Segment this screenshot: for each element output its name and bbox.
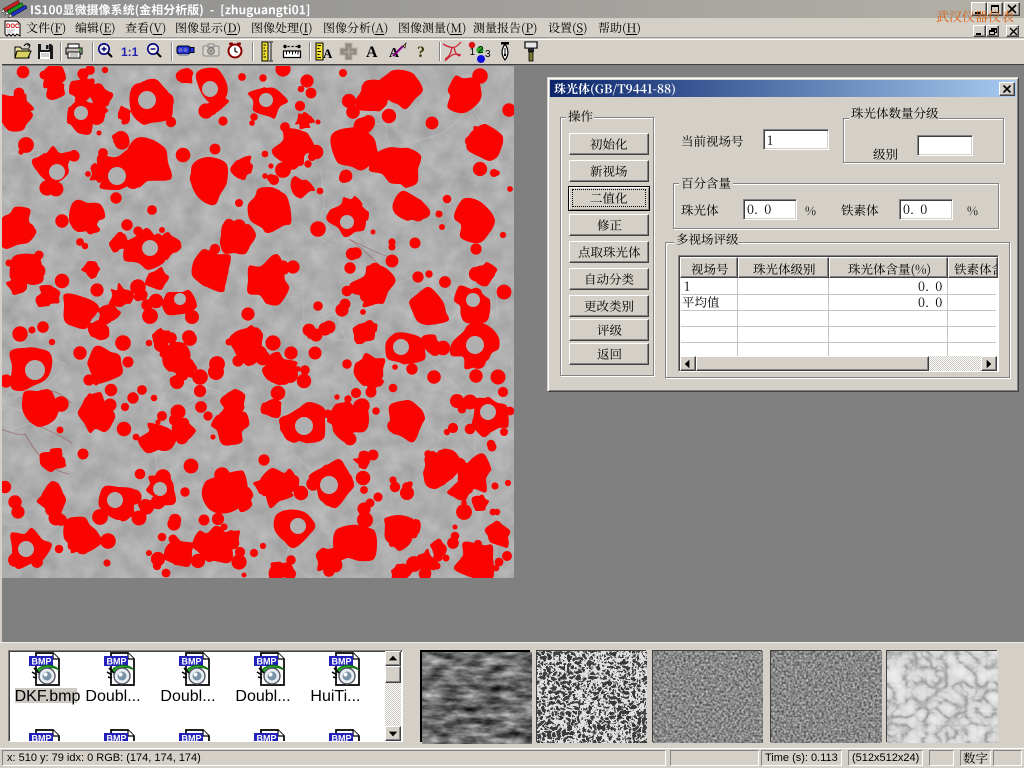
svg-text:1:1: 1:1 [121, 45, 139, 59]
svg-text:?: ? [417, 44, 425, 61]
svg-text:1: 1 [470, 47, 476, 58]
svg-text:A: A [366, 44, 378, 61]
svg-text:DOC: DOC [6, 24, 20, 30]
svg-text:2: 2 [478, 45, 484, 56]
svg-text:BMP: BMP [107, 734, 127, 742]
svg-text:BMP: BMP [257, 734, 277, 742]
svg-text:A: A [323, 46, 333, 61]
svg-text:BMP: BMP [332, 734, 352, 742]
svg-text:BMP: BMP [32, 734, 52, 742]
svg-text:3: 3 [485, 49, 491, 60]
svg-text:BMP: BMP [182, 734, 202, 742]
